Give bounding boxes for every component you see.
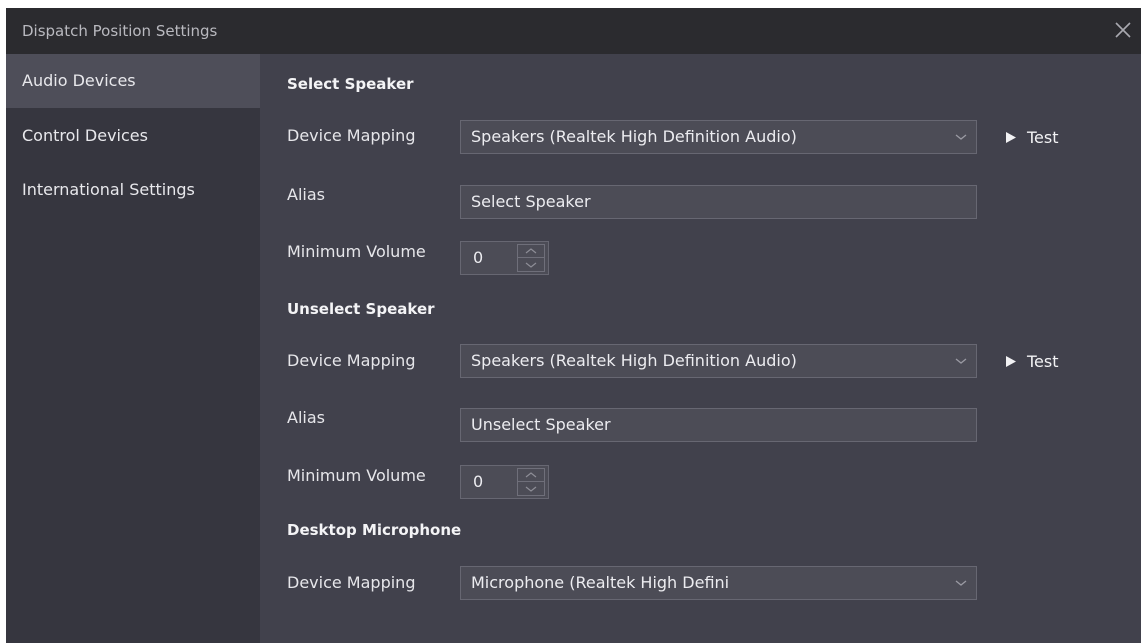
sidebar: Audio Devices Control Devices Internatio… (6, 54, 260, 643)
section-title-desktop-microphone: Desktop Microphone (287, 521, 462, 539)
stepper-down-button[interactable] (518, 258, 544, 271)
chevron-down-icon (955, 358, 967, 364)
stepper-arrows (517, 244, 545, 272)
close-button[interactable] (1111, 18, 1135, 42)
sidebar-item-control-devices[interactable]: Control Devices (6, 109, 260, 163)
title-bar: Dispatch Position Settings (6, 8, 1141, 54)
play-icon (1006, 131, 1016, 143)
chevron-down-icon (525, 486, 537, 492)
dropdown-value: Speakers (Realtek High Definition Audio) (471, 351, 797, 370)
chevron-down-icon (955, 580, 967, 586)
test-label: Test (1027, 127, 1059, 147)
desktop-microphone-device-dropdown[interactable]: Microphone (Realtek High Defini (460, 566, 977, 600)
chevron-up-icon (525, 472, 537, 478)
select-speaker-device-dropdown[interactable]: Speakers (Realtek High Definition Audio) (460, 120, 977, 154)
sidebar-item-international-settings[interactable]: International Settings (6, 163, 260, 217)
chevron-down-icon (525, 262, 537, 268)
alias-label: Alias (287, 408, 325, 427)
chevron-up-icon (525, 248, 537, 254)
device-mapping-label: Device Mapping (287, 351, 416, 370)
window-title: Dispatch Position Settings (22, 22, 218, 40)
alias-label: Alias (287, 185, 325, 204)
select-speaker-volume-stepper[interactable]: 0 (460, 241, 549, 275)
sidebar-item-audio-devices[interactable]: Audio Devices (6, 54, 260, 108)
stepper-down-button[interactable] (518, 482, 544, 495)
stepper-value: 0 (473, 472, 484, 491)
dropdown-value: Microphone (Realtek High Defini (471, 573, 730, 592)
stepper-arrows (517, 468, 545, 496)
unselect-speaker-device-dropdown[interactable]: Speakers (Realtek High Definition Audio) (460, 344, 977, 378)
settings-window: Dispatch Position Settings Audio Devices… (6, 8, 1141, 643)
device-mapping-label: Device Mapping (287, 573, 416, 592)
unselect-speaker-test-button[interactable]: Test (1005, 349, 1059, 373)
select-speaker-alias-input[interactable]: Select Speaker (460, 185, 977, 219)
chevron-down-icon (955, 134, 967, 140)
section-title-select-speaker: Select Speaker (287, 75, 414, 93)
test-label: Test (1027, 351, 1059, 371)
section-title-unselect-speaker: Unselect Speaker (287, 300, 435, 318)
dropdown-value: Speakers (Realtek High Definition Audio) (471, 127, 797, 146)
minimum-volume-label: Minimum Volume (287, 466, 426, 485)
unselect-speaker-volume-stepper[interactable]: 0 (460, 465, 549, 499)
stepper-up-button[interactable] (518, 469, 544, 482)
select-speaker-test-button[interactable]: Test (1005, 125, 1059, 149)
play-icon (1006, 355, 1016, 367)
close-icon (1115, 22, 1131, 38)
stepper-up-button[interactable] (518, 245, 544, 258)
minimum-volume-label: Minimum Volume (287, 242, 426, 261)
settings-content: Select Speaker Device Mapping Speakers (… (260, 54, 1141, 643)
stepper-value: 0 (473, 248, 484, 267)
unselect-speaker-alias-input[interactable]: Unselect Speaker (460, 408, 977, 442)
device-mapping-label: Device Mapping (287, 126, 416, 145)
